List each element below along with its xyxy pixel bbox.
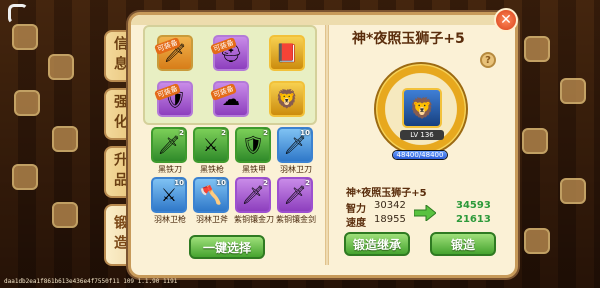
material-count: 2: [179, 129, 184, 137]
stat-current-int: 30342: [374, 200, 406, 211]
sword-icon: 🗡: [157, 134, 181, 156]
bg-tile: [14, 90, 40, 116]
bg-tile: [522, 128, 548, 154]
bg-tile: [560, 178, 586, 204]
material-count: 10: [300, 129, 310, 137]
bg-tile: [524, 228, 550, 254]
material-item[interactable]: 2 ⚔ 黑铁枪: [193, 127, 231, 174]
bg-tile: [48, 54, 74, 80]
help-button[interactable]: ?: [480, 52, 496, 68]
auto-select-button[interactable]: 一键选择: [189, 235, 265, 259]
item-name-bottom: 神*夜照玉狮子+5: [346, 188, 427, 199]
bg-tile: [524, 36, 550, 62]
background-right-menu: [514, 28, 596, 284]
bg-tile: [12, 24, 38, 50]
equip-slot-mount[interactable]: 🦁: [269, 81, 305, 117]
material-count: 2: [221, 129, 226, 137]
spear-icon: ⚔: [160, 184, 178, 206]
background-left-menu: [8, 14, 94, 284]
material-count: 10: [174, 179, 184, 187]
item-portrait[interactable]: 🦁: [402, 88, 442, 128]
bg-tile: [52, 126, 78, 152]
sword-icon: 🗡: [283, 184, 307, 206]
material-item[interactable]: 10 ⚔ 羽林卫枪: [151, 177, 189, 224]
bg-tile: [560, 78, 586, 104]
lion-icon: 🦁: [275, 88, 299, 110]
book-icon: 📕: [275, 42, 299, 64]
equipment-grid: 可装备 🗡 可装备 ⛑ 📕 可装备 🛡 可装备 ☁ 🦁: [143, 25, 317, 125]
inherit-forge-button[interactable]: 锻造继承: [344, 232, 410, 256]
item-title: 神*夜照玉狮子+5: [352, 31, 465, 47]
material-item[interactable]: 2 🗡 黑铁刀: [151, 127, 189, 174]
equip-slot-armor[interactable]: 可装备 🛡: [154, 81, 193, 117]
close-button[interactable]: ✕: [494, 8, 518, 32]
arrow-right-icon: [414, 205, 436, 221]
bg-tile: [52, 202, 78, 228]
stat-current-speed: 18955: [374, 214, 406, 225]
hp-text: 48400/48400: [396, 151, 444, 159]
stat-next-int: 34593: [456, 200, 491, 211]
stat-label-speed: 速度: [346, 218, 366, 229]
panel-top-band: [131, 15, 515, 25]
panel-divider: [325, 25, 329, 265]
stat-label-int: 智力: [346, 204, 366, 215]
equip-slot-helmet[interactable]: 可装备 ⛑: [210, 35, 249, 71]
lion-icon: 🦁: [409, 96, 435, 120]
material-name: 羽林卫刀: [280, 165, 312, 174]
material-item[interactable]: 2 🛡 黑铁甲: [235, 127, 273, 174]
stat-next-speed: 21613: [456, 214, 491, 225]
sword-icon: 🗡: [241, 184, 265, 206]
equip-slot-accessory[interactable]: 可装备 ☁: [210, 81, 249, 117]
material-grid: 2 🗡 黑铁刀 2 ⚔ 黑铁枪 2 🛡 黑铁甲 10 🗡 羽林卫刀 10 ⚔ 羽林卫枪 1…: [143, 127, 317, 231]
material-item[interactable]: 10 🪓 羽林卫斧: [193, 177, 231, 224]
material-item[interactable]: 10 🗡 羽林卫刀: [277, 127, 315, 174]
material-count: 2: [263, 179, 268, 187]
material-count: 10: [216, 179, 226, 187]
material-item[interactable]: 2 🗡 紫铜镶金刀: [234, 177, 274, 224]
material-count: 2: [305, 179, 310, 187]
material-count: 2: [263, 129, 268, 137]
material-item[interactable]: 2 🗡 紫铜镶金剑: [276, 177, 316, 224]
item-level: LV 136: [400, 130, 444, 140]
material-name: 紫铜镶金剑: [276, 215, 316, 224]
axe-icon: 🪓: [199, 184, 223, 206]
footer-build-text: daa1db2ea1f861b613e436e4f7550f11 109 1.1…: [4, 278, 178, 285]
armor-icon: 🛡: [241, 134, 265, 156]
spear-icon: ⚔: [202, 134, 220, 156]
equip-slot-weapon[interactable]: 可装备 🗡: [154, 35, 193, 71]
sword-icon: 🗡: [283, 134, 307, 156]
bg-tile: [12, 164, 38, 190]
equip-slot-book[interactable]: 📕: [269, 35, 305, 71]
close-icon: ✕: [500, 12, 512, 28]
forge-button[interactable]: 锻造: [430, 232, 496, 256]
